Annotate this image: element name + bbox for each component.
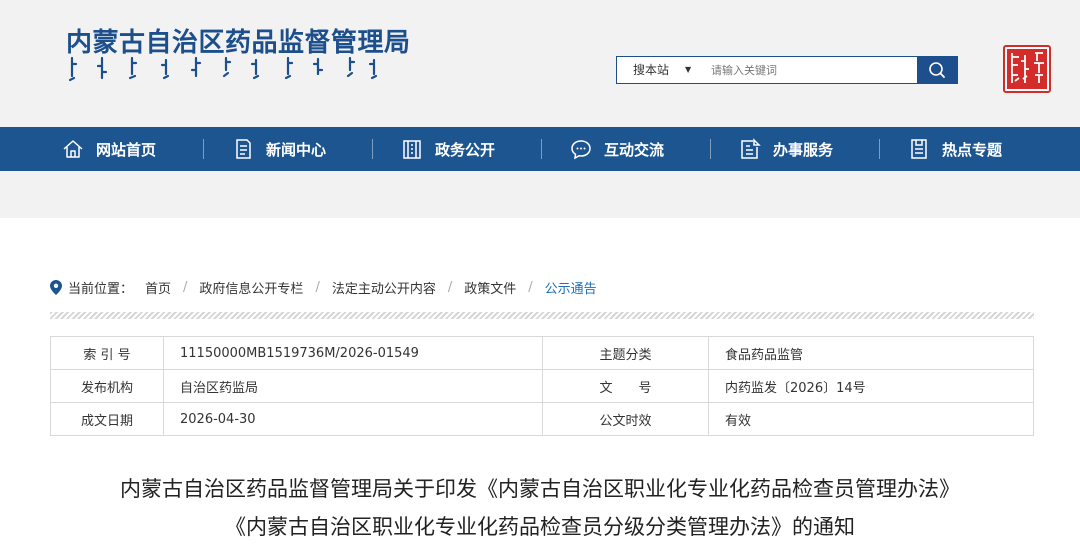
- document-info-table: 索 引 号 11150000MB1519736M/2026-01549 主题分类…: [50, 336, 1034, 436]
- nav-divider: [203, 139, 204, 159]
- breadcrumb-current[interactable]: 公示通告: [545, 278, 597, 297]
- nav-label: 网站首页: [96, 140, 157, 159]
- document-icon: [911, 139, 927, 159]
- breadcrumb-separator: /: [315, 279, 320, 295]
- caret-down-icon[interactable]: ▼: [685, 57, 691, 83]
- banner-band: [0, 171, 1080, 218]
- org-value: 自治区药监局: [163, 369, 543, 403]
- breadcrumb-statutory[interactable]: 法定主动公开内容: [332, 278, 436, 297]
- topic-label: 主题分类: [542, 336, 709, 370]
- breadcrumb-label: 当前位置：: [68, 281, 134, 297]
- document-title-line1: 内蒙古自治区药品监督管理局关于印发《内蒙古自治区职业化专业化药品检查员管理办法》: [120, 477, 960, 501]
- table-row: 成文日期 2026-04-30 公文时效 有效: [50, 402, 1034, 436]
- nav-interaction[interactable]: 互动交流: [570, 127, 664, 171]
- location-pin-icon: [50, 279, 62, 295]
- mongolian-script-logo: [68, 56, 378, 82]
- nav-label: 新闻中心: [266, 140, 327, 159]
- index-label: 索 引 号: [50, 336, 164, 370]
- nav-home[interactable]: 网站首页: [62, 127, 156, 171]
- nav-gov-info[interactable]: 政务公开: [401, 127, 495, 171]
- docno-label: 文 号: [542, 369, 709, 403]
- search-box: 搜本站 ▼: [616, 56, 958, 84]
- topic-value: 食品药品监管: [708, 336, 1034, 370]
- nav-news[interactable]: 新闻中心: [232, 127, 326, 171]
- search-icon: [929, 62, 945, 78]
- nav-label: 互动交流: [604, 140, 665, 159]
- breadcrumb-separator: /: [528, 279, 533, 295]
- status-label: 公文时效: [542, 402, 709, 436]
- nav-divider: [879, 139, 880, 159]
- index-value: 11150000MB1519736M/2026-01549: [163, 336, 543, 370]
- seal-logo: [1003, 45, 1051, 93]
- breadcrumb-policy[interactable]: 政策文件: [464, 278, 516, 297]
- news-icon: [236, 139, 251, 159]
- nav-divider: [541, 139, 542, 159]
- nav-divider: [710, 139, 711, 159]
- site-header: 内蒙古自治区药品监督管理局 搜本站 ▼: [0, 0, 1080, 127]
- nav-label: 政务公开: [435, 140, 496, 159]
- nav-label: 热点专题: [942, 140, 1003, 159]
- nav-divider: [372, 139, 373, 159]
- docno-value: 内药监发〔2026〕14号: [708, 369, 1034, 403]
- table-row: 发布机构 自治区药监局 文 号 内药监发〔2026〕14号: [50, 369, 1034, 403]
- nav-services[interactable]: 办事服务: [739, 127, 833, 171]
- date-value: 2026-04-30: [163, 402, 543, 436]
- hatched-divider: [50, 312, 1034, 319]
- nav-label: 办事服务: [773, 140, 834, 159]
- table-row: 索 引 号 11150000MB1519736M/2026-01549 主题分类…: [50, 336, 1034, 370]
- home-icon: [63, 140, 83, 158]
- document-title: 内蒙古自治区药品监督管理局关于印发《内蒙古自治区职业化专业化药品检查员管理办法》…: [0, 470, 1080, 546]
- breadcrumb-separator: /: [183, 279, 188, 295]
- breadcrumb-gov-info[interactable]: 政府信息公开专栏: [199, 278, 303, 297]
- edit-icon: [741, 138, 761, 159]
- breadcrumb: 当前位置： 首页 / 政府信息公开专栏 / 法定主动公开内容 / 政策文件 / …: [50, 278, 597, 297]
- document-title-line2: 《内蒙古自治区职业化专业化药品检查员分级分类管理办法》的通知: [225, 515, 855, 539]
- chat-icon: [571, 140, 591, 160]
- main-nav: 网站首页 新闻中心 政务公开 互动交流 办事服务 热点专题: [0, 127, 1080, 171]
- search-button[interactable]: [917, 57, 957, 83]
- org-label: 发布机构: [50, 369, 164, 403]
- status-value: 有效: [708, 402, 1034, 436]
- search-input[interactable]: [703, 57, 917, 83]
- breadcrumb-separator: /: [447, 279, 453, 295]
- date-label: 成文日期: [50, 402, 164, 436]
- building-icon: [403, 140, 421, 159]
- nav-topics[interactable]: 热点专题: [908, 127, 1002, 171]
- breadcrumb-home[interactable]: 首页: [145, 278, 171, 297]
